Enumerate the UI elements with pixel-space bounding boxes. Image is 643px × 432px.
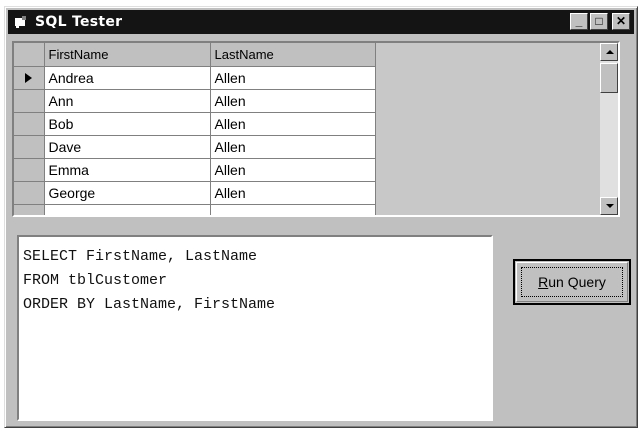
window-title: SQL Tester <box>35 14 123 30</box>
scroll-thumb[interactable] <box>600 63 618 93</box>
scroll-down-button[interactable] <box>600 197 618 215</box>
sql-line: ORDER BY LastName, FirstName <box>23 296 276 313</box>
run-query-button[interactable]: Run Query <box>513 259 631 305</box>
title-bar[interactable]: SQL Tester _ □ ✕ <box>8 10 634 34</box>
cell-firstname[interactable] <box>44 204 211 215</box>
cell-lastname[interactable]: Allen <box>210 158 376 182</box>
sql-line: SELECT FirstName, LastName <box>23 248 258 265</box>
cell-firstname[interactable]: Andrea <box>44 66 211 90</box>
maximize-button[interactable]: □ <box>590 13 608 30</box>
table-row[interactable]: Andrea Allen <box>14 66 376 90</box>
row-selector[interactable] <box>14 89 45 113</box>
minimize-icon: _ <box>575 14 583 28</box>
cell-lastname[interactable]: Allen <box>210 181 376 205</box>
table-row[interactable]: Bob Allen <box>14 112 376 136</box>
table-row[interactable]: Ann Allen <box>14 89 376 113</box>
row-selector[interactable] <box>14 158 45 182</box>
cell-firstname[interactable]: Dave <box>44 135 211 159</box>
header-row: FirstName LastName <box>14 43 376 67</box>
maximize-icon: □ <box>595 14 603 28</box>
row-selector[interactable] <box>14 66 45 90</box>
run-query-mnemonic: R <box>538 274 549 290</box>
run-query-label-rest: un Query <box>548 274 606 290</box>
row-selector[interactable] <box>14 181 45 205</box>
results-table: FirstName LastName Andrea Allen Ann Alle… <box>14 43 376 215</box>
cell-lastname[interactable]: Allen <box>210 66 376 90</box>
arrow-down-icon <box>606 204 614 208</box>
cell-firstname[interactable]: Ann <box>44 89 211 113</box>
table-row[interactable]: Emma Allen <box>14 158 376 182</box>
cell-firstname[interactable]: George <box>44 181 211 205</box>
close-icon: ✕ <box>615 14 627 28</box>
table-row[interactable]: George Allen <box>14 181 376 205</box>
column-header-firstname[interactable]: FirstName <box>44 43 211 67</box>
cell-firstname[interactable]: Bob <box>44 112 211 136</box>
scroll-up-button[interactable] <box>600 43 618 61</box>
sql-query-textbox[interactable]: SELECT FirstName, LastName FROM tblCusto… <box>17 235 493 421</box>
vertical-scrollbar[interactable] <box>600 43 618 215</box>
data-grid[interactable]: FirstName LastName Andrea Allen Ann Alle… <box>12 41 620 217</box>
cell-lastname[interactable] <box>210 204 376 215</box>
column-header-lastname[interactable]: LastName <box>210 43 376 67</box>
run-query-label: Run Query <box>538 274 606 290</box>
cell-lastname[interactable]: Allen <box>210 112 376 136</box>
sql-line: FROM tblCustomer <box>23 272 168 289</box>
cell-lastname[interactable]: Allen <box>210 89 376 113</box>
current-row-arrow-icon <box>25 72 32 83</box>
app-icon[interactable] <box>13 14 29 30</box>
row-selector[interactable] <box>14 112 45 136</box>
cell-lastname[interactable]: Allen <box>210 135 376 159</box>
sql-tester-window: SQL Tester _ □ ✕ FirstName LastName Andr… <box>4 6 638 428</box>
arrow-up-icon <box>606 50 614 54</box>
table-row[interactable]: Dave Allen <box>14 135 376 159</box>
minimize-button[interactable]: _ <box>570 13 588 30</box>
row-selector[interactable] <box>14 204 45 215</box>
cell-firstname[interactable]: Emma <box>44 158 211 182</box>
table-row-partial[interactable] <box>14 204 376 215</box>
close-button[interactable]: ✕ <box>612 13 630 30</box>
row-selector[interactable] <box>14 135 45 159</box>
corner-cell[interactable] <box>14 43 45 67</box>
